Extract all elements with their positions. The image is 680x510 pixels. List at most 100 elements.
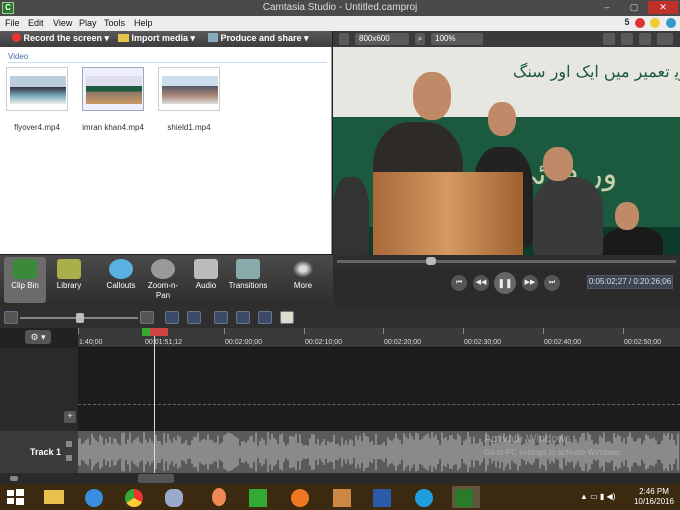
tab-label: Clip Bin [11, 281, 39, 290]
dimensions-dropdown[interactable]: 800x600 [355, 33, 409, 45]
tab-callouts[interactable]: Callouts [100, 257, 142, 303]
menu-file[interactable]: File [5, 18, 20, 28]
maximize-button[interactable]: ▢ [623, 1, 645, 14]
menu-help[interactable]: Help [134, 18, 153, 28]
clip-item[interactable]: imran khan4.mp4 [81, 65, 145, 132]
scroll-zoom-handle[interactable] [10, 476, 18, 481]
speaker-face [413, 72, 451, 120]
fast-forward-icon[interactable]: ▶▶ [522, 275, 538, 291]
tab-clip-bin[interactable]: Clip Bin [4, 257, 46, 303]
lock-icon[interactable] [66, 441, 72, 447]
menu-play[interactable]: Play [79, 18, 97, 28]
previous-clip-icon[interactable]: ⏮ [451, 275, 467, 291]
close-button[interactable]: ✕ [648, 1, 678, 14]
timeline-scrollbar[interactable] [0, 473, 680, 484]
person-figure [533, 177, 603, 255]
preview-seek-bar[interactable] [333, 255, 680, 268]
fullscreen-icon[interactable] [657, 33, 673, 45]
clip-thumbnail [6, 67, 68, 111]
callout-icon [109, 259, 133, 279]
eye-icon[interactable] [66, 455, 72, 461]
zoom-slider-handle[interactable] [76, 313, 84, 323]
magnifier-icon [151, 259, 175, 279]
cut-icon[interactable] [214, 311, 228, 324]
next-clip-icon[interactable]: ⏭ [544, 275, 560, 291]
clip-item[interactable]: flyover4.mp4 [5, 65, 69, 132]
tab-label: Audio [195, 281, 217, 290]
detach-icon[interactable] [621, 33, 633, 45]
scrollbar-thumb[interactable] [138, 474, 174, 483]
store-icon[interactable] [246, 486, 274, 508]
tab-more[interactable]: More [282, 257, 324, 303]
seek-handle[interactable] [425, 257, 436, 265]
alert-icon[interactable] [634, 17, 645, 28]
track-header[interactable]: Track 1 [0, 431, 78, 473]
editing-dimensions-icon[interactable] [339, 33, 349, 45]
record-screen-button[interactable]: Record the screen ▾ [12, 33, 109, 44]
redo-icon[interactable] [187, 311, 201, 324]
menu-bar: File Edit View Play Tools Help 5 [0, 16, 680, 31]
tab-label: Callouts [106, 281, 136, 290]
internet-explorer-icon[interactable] [82, 486, 110, 508]
app-icon[interactable] [330, 486, 358, 508]
ruler-tick-mark [463, 328, 464, 334]
menu-view[interactable]: View [53, 18, 72, 28]
split-icon[interactable] [236, 311, 250, 324]
minimize-button[interactable]: – [596, 1, 618, 14]
preview-banner-text: ﺎﺮﯾ ﺗﻌﻤﯿﺮ ﻣﯿﮟ اﯾﮏ اور ﺳﻨﮓ [513, 62, 680, 81]
clip-item[interactable]: shield1.mp4 [157, 65, 221, 132]
ruler-tick-label: 00:02:40;00 [544, 339, 581, 346]
tab-zoom-n-pan[interactable]: Zoom-n- Pan [142, 257, 184, 303]
balloon-app-icon[interactable] [206, 486, 234, 508]
chrome-icon[interactable] [122, 486, 150, 508]
tab-library[interactable]: Library [48, 257, 90, 303]
speaker-icon [194, 259, 218, 279]
zoom-out-icon[interactable] [4, 311, 18, 324]
menu-edit[interactable]: Edit [28, 18, 44, 28]
import-media-button[interactable]: Import media ▾ [118, 33, 195, 44]
zoom-in-icon[interactable] [140, 311, 154, 324]
skype-icon[interactable] [412, 486, 440, 508]
clip-thumbnail [82, 67, 144, 111]
tab-transitions[interactable]: Transitions [227, 257, 269, 303]
word-icon[interactable] [370, 486, 398, 508]
timeline-ruler[interactable]: 1:40;00 00:01:51;12 00:02:00;00 00:02:10;00… [78, 328, 680, 348]
add-track-button[interactable]: + [64, 411, 76, 423]
menu-tools[interactable]: Tools [104, 18, 125, 28]
tray-icons[interactable]: ▲ ▭ ▮ ◀) [580, 492, 615, 501]
system-clock[interactable]: 2:46 PM 10/16/2016 [634, 487, 674, 507]
start-button[interactable] [4, 486, 32, 508]
video-preview[interactable]: ﺎﺮﯾ ﺗﻌﻤﯿﺮ ﻣﯿﮟ اﯾﮏ اور ﺳﻨﮓ ور ﻓﻼﺋﯽ [333, 47, 680, 255]
file-explorer-icon[interactable] [40, 486, 68, 508]
zoom-icon[interactable]: ⌕ [415, 33, 425, 45]
produce-share-button[interactable]: Produce and share ▾ [208, 33, 309, 44]
firefox-icon[interactable] [288, 486, 316, 508]
title-bar: C Camtasia Studio - Untitled.camproj – ▢… [0, 0, 680, 16]
person-face [543, 147, 573, 181]
fit-icon[interactable] [639, 33, 651, 45]
notification-area: 5 [624, 17, 676, 28]
record-icon [12, 33, 21, 42]
activate-windows-watermark: Activate Windows [484, 433, 571, 445]
notification-count[interactable]: 5 [624, 17, 629, 27]
ruler-tick-mark [224, 328, 225, 334]
pause-button[interactable]: ❚❚ [494, 272, 516, 294]
crop-icon[interactable] [603, 33, 615, 45]
tab-audio[interactable]: Audio [185, 257, 227, 303]
playhead-line[interactable] [154, 328, 155, 484]
record-screen-label: Record the screen [23, 33, 103, 43]
tip-bulb-icon[interactable] [650, 17, 661, 28]
help-icon[interactable] [666, 17, 676, 28]
clip-label: shield1.mp4 [167, 123, 211, 132]
copy-icon[interactable] [258, 311, 272, 324]
paint-icon[interactable] [162, 486, 190, 508]
playhead-in-marker[interactable] [142, 328, 150, 336]
ruler-tick-label: 00:01:51;12 [145, 339, 182, 346]
timeline-settings-button[interactable]: ⚙ ▾ [25, 330, 51, 344]
paste-icon[interactable] [280, 311, 294, 324]
rewind-icon[interactable]: ◀◀ [473, 275, 489, 291]
zoom-dropdown[interactable]: 100% [431, 33, 483, 45]
camtasia-taskbar-icon[interactable] [452, 486, 480, 508]
track-drop-line [78, 404, 680, 405]
undo-icon[interactable] [165, 311, 179, 324]
